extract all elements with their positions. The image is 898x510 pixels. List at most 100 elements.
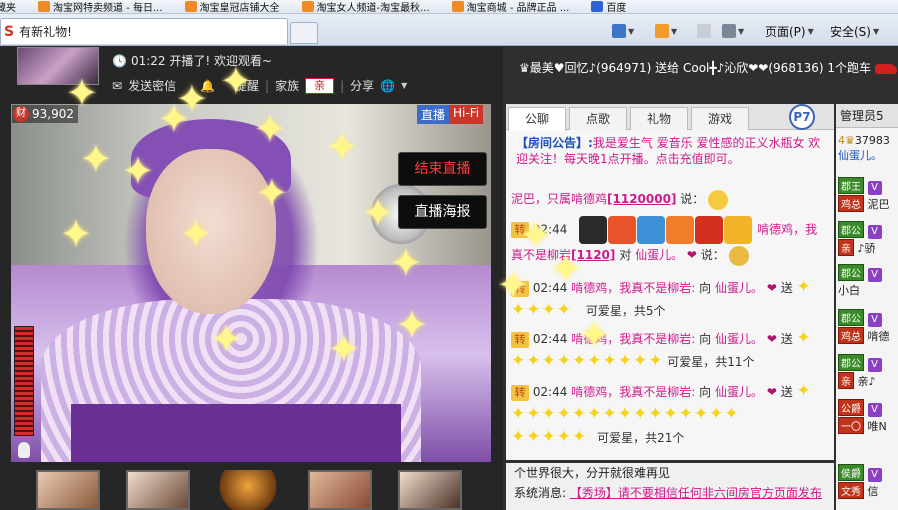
taobao-icon: [301, 1, 314, 12]
admin-row[interactable]: 郡公 V 小白: [838, 264, 882, 298]
volume-meter[interactable]: [14, 326, 34, 436]
taobao-icon: [184, 1, 197, 12]
heart-icon: ❤: [766, 332, 777, 346]
last-message: 个世界很大，分开就很难再见: [514, 466, 671, 480]
admin-row[interactable]: 郡王 V 鸡总 泥巴: [838, 177, 890, 212]
sports-car-icon: [874, 63, 897, 74]
chat-message: 泥巴，只属啃德鸡[1120000] 说：: [511, 188, 831, 210]
gift-icon: [695, 216, 724, 244]
tab-gifts[interactable]: 礼物: [630, 107, 688, 130]
heart-icon: ❤: [766, 281, 777, 295]
forward-icon[interactable]: 转: [511, 331, 529, 348]
baidu-icon: [591, 1, 604, 12]
viewer-thumbnail[interactable]: [308, 470, 372, 510]
share-button[interactable]: 分享: [350, 77, 374, 94]
gift-icon: [637, 216, 666, 244]
end-live-button[interactable]: 结束直播: [398, 152, 487, 186]
viewer-thumbnail[interactable]: [216, 470, 280, 510]
vip-icon: V: [867, 403, 882, 417]
stream-tags: 直播 Hi-Fi: [417, 105, 484, 124]
forward-icon[interactable]: 转: [511, 280, 529, 297]
tab-bar: S 有新礼物! ▼ ▼ ▼ 页面(P) ▼ 安全(S) ▼: [0, 14, 898, 46]
hifi-tag[interactable]: Hi-Fi: [449, 105, 484, 124]
divider: |: [265, 78, 270, 93]
vip-icon: V: [867, 358, 882, 372]
chevron-down-icon: ▼: [807, 26, 814, 36]
favorite-link-4[interactable]: 淘宝商城 - 品牌正品 ...: [451, 0, 569, 13]
chat-message: 转 02:44 啃德鸡，我真不是柳岩: 向 仙蛋儿。 ❤ 送 ✦ ✦✦✦✦✦✦✦…: [511, 328, 812, 371]
admin-row[interactable]: 4♛37983 仙蛋儿。: [838, 134, 890, 163]
smiley-icon: [708, 189, 729, 210]
microphone-icon[interactable]: [18, 442, 30, 458]
forward-icon[interactable]: 转: [511, 222, 529, 238]
gift-icon: [724, 216, 753, 244]
tab-public-chat[interactable]: 公聊: [508, 107, 566, 131]
admin-row[interactable]: 公爵 V 一〇 唯N: [838, 399, 887, 434]
system-message: 系统消息: 【秀场】请不要相信任何非六间房官方页面发布: [514, 486, 822, 500]
video-stream[interactable]: 财 93,902 直播 Hi-Fi 结束直播 直播海报: [11, 104, 491, 462]
chevron-down-icon: ▼: [671, 26, 678, 36]
family-badge[interactable]: 亲: [305, 77, 335, 94]
gift-icon: [608, 216, 637, 244]
admin-row[interactable]: 郡公 V亲 亲♪: [838, 354, 882, 389]
microphone-gift-icon: [579, 216, 608, 244]
print-button[interactable]: ▼: [722, 22, 744, 40]
broadcast-panel: 🕓 01:22 开播了! 欢迎观看~ ✉ 发送密信 🔔 提醒 | 家族 亲 | …: [0, 47, 503, 510]
page-menu[interactable]: 页面(P) ▼: [765, 22, 814, 40]
home-button[interactable]: ▼: [612, 22, 634, 40]
new-tab-button[interactable]: [290, 22, 318, 44]
printer-icon: [722, 24, 736, 38]
viewer-thumbnail[interactable]: [126, 470, 190, 510]
admin-list-header[interactable]: 管理员5: [836, 104, 898, 128]
page: 🕓 01:22 开播了! 欢迎观看~ ✉ 发送密信 🔔 提醒 | 家族 亲 | …: [0, 47, 898, 510]
favorites-menu[interactable]: 收藏夹: [0, 0, 16, 13]
vip-icon: V: [867, 225, 882, 239]
mail-button[interactable]: [697, 22, 711, 40]
share-icon[interactable]: 🌐: [380, 79, 395, 93]
vip-icon: V: [867, 468, 882, 482]
chat-footer: 个世界很大，分开就很难再见 系统消息: 【秀场】请不要相信任何非六间房官方页面发…: [506, 463, 834, 510]
star-gift-icon: ✦: [796, 328, 812, 348]
favorite-link-2[interactable]: 淘宝皇冠店铺大全: [184, 0, 280, 13]
broadcast-time: 🕓 01:22 开播了! 欢迎观看~: [112, 53, 273, 69]
tab-title: 有新礼物!: [19, 25, 72, 39]
room-announcement: 【房间公告】:我是爱生气 爱音乐 爱性感的正义水瓶女 欢迎关注！每天晚1点开播。…: [516, 136, 821, 166]
taobao-icon: [451, 1, 464, 12]
favorite-link-1[interactable]: 淘宝网特卖频道 - 每日...: [38, 0, 163, 13]
host-actions: ✉ 发送密信 🔔 提醒 | 家族 亲 | 分享 🌐 ▼: [112, 77, 407, 94]
level-badge[interactable]: P7: [789, 104, 815, 130]
clock-icon: 🕓: [112, 53, 127, 68]
favorite-link-5[interactable]: 百度: [591, 0, 626, 13]
chevron-down-icon: ▼: [872, 26, 880, 36]
forward-icon[interactable]: 转: [511, 384, 529, 401]
mail-icon: [697, 24, 711, 38]
viewer-thumbnail[interactable]: [36, 470, 100, 510]
host-avatar[interactable]: [17, 47, 99, 85]
browser-tab[interactable]: S 有新礼物!: [0, 18, 288, 44]
favorite-link-3[interactable]: 淘宝女人频道-淘宝最秋...: [301, 0, 430, 13]
tab-song-request[interactable]: 点歌: [569, 107, 627, 130]
send-private-button[interactable]: 发送密信: [128, 77, 176, 94]
star-gift-icon: ✦✦✦✦✦✦✦✦✦✦✦✦✦✦✦: [511, 404, 740, 424]
star-gift-icon: ✦: [796, 381, 812, 401]
admin-row[interactable]: 侯爵 V 文秀 信: [838, 464, 882, 499]
safety-menu[interactable]: 安全(S) ▼: [830, 22, 879, 40]
remind-button[interactable]: 提醒: [235, 77, 259, 94]
chat-message: 转 02:44 啃德鸡，我真不是柳岩: 向 仙蛋儿。 ❤ 送 ✦ ✦✦✦✦ 可爱…: [511, 277, 812, 320]
crown-icon: 4♛: [838, 134, 855, 147]
feeds-button[interactable]: ▼: [655, 22, 677, 40]
admin-list: 管理员5 4♛37983 仙蛋儿。 郡王 V 鸡总 泥巴 郡公 V亲 ♪骄 郡公 V…: [836, 104, 898, 510]
live-poster-button[interactable]: 直播海报: [398, 195, 487, 229]
tab-games[interactable]: 游戏: [691, 107, 749, 130]
chevron-down-icon[interactable]: ▼: [401, 81, 407, 90]
chevron-down-icon: ▼: [628, 26, 635, 36]
chat-message: 转 02:44 啃德鸡，我: [511, 216, 831, 244]
vip-icon: V: [867, 181, 882, 195]
admin-row[interactable]: 郡公 V 鸡总 啃德: [838, 309, 890, 344]
viewer-thumbnail[interactable]: [398, 470, 462, 510]
star-gift-icon: ✦✦✦✦✦✦✦✦✦✦: [511, 351, 664, 371]
family-label: 家族: [275, 79, 300, 93]
divider: |: [340, 78, 345, 93]
admin-row[interactable]: 郡公 V亲 ♪骄: [838, 221, 882, 256]
favorites-bar: 收藏夹 淘宝网特卖频道 - 每日... 淘宝皇冠店铺大全 淘宝女人频道-淘宝最秋…: [0, 0, 898, 14]
